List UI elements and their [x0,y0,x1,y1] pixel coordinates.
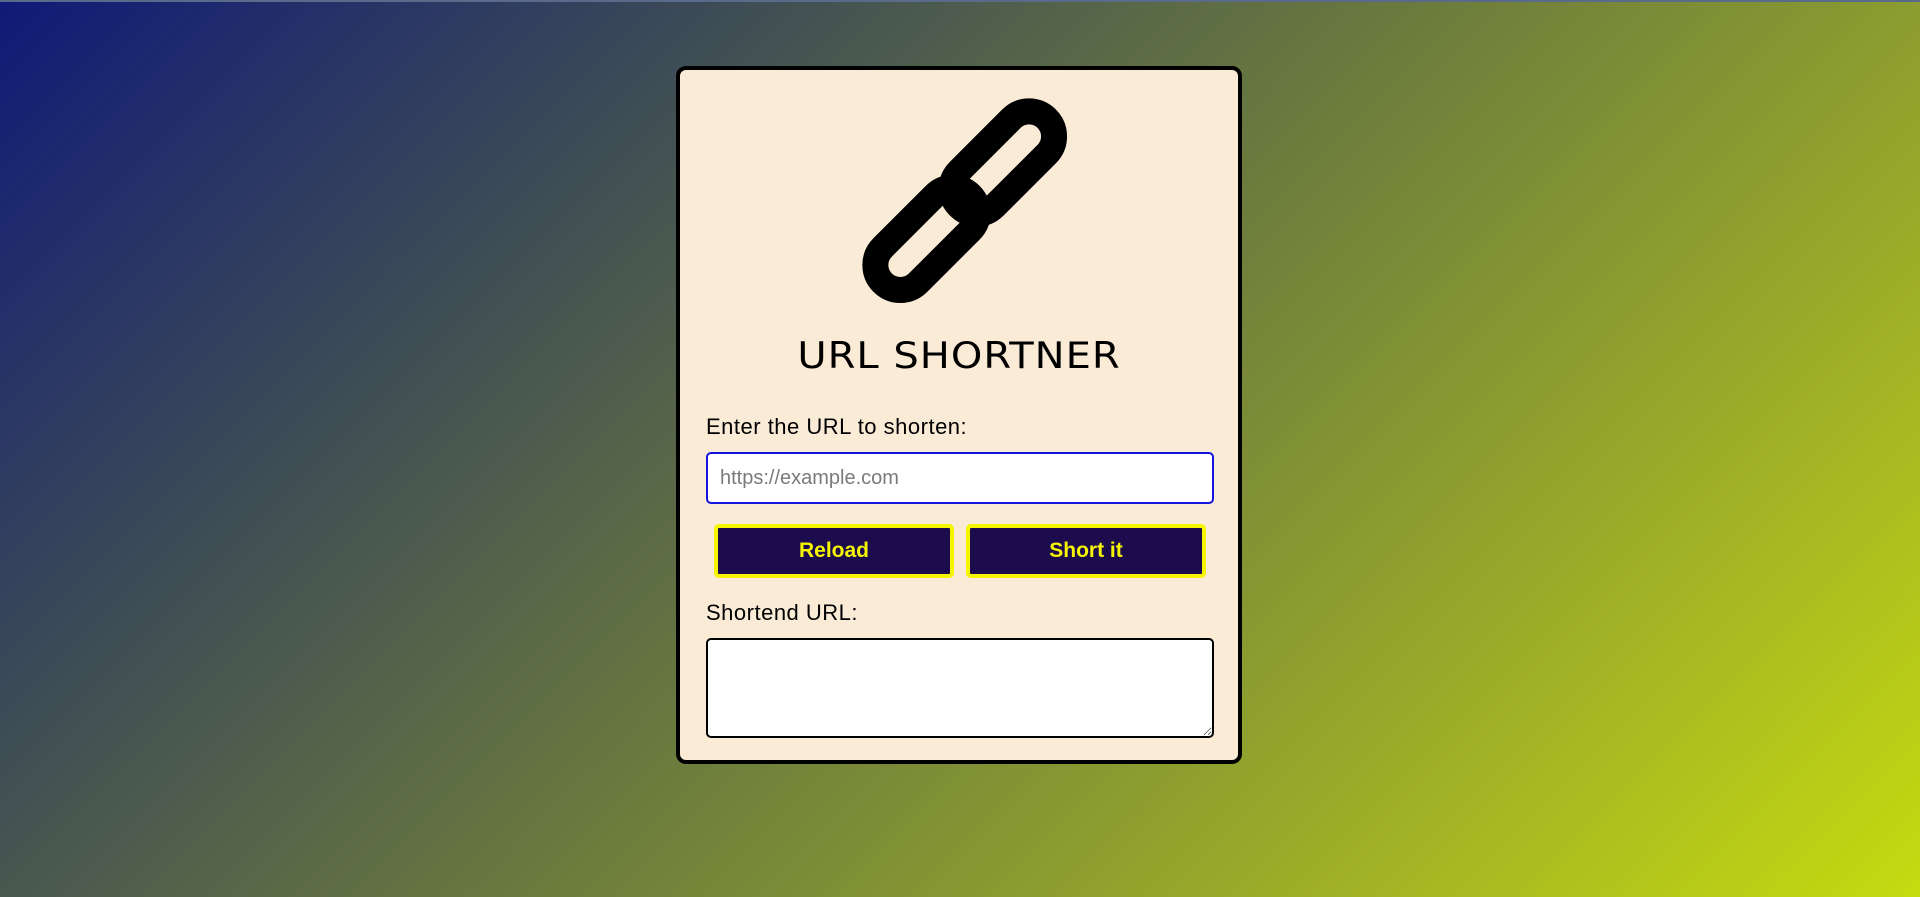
chain-link-icon [862,98,1068,304]
url-input-label: Enter the URL to shorten: [706,414,968,439]
shortener-card: URL SHORTNER Enter the URL to shorten: R… [676,66,1242,764]
short-it-button[interactable]: Short it [966,524,1206,578]
shortened-url-label: Shortend URL: [706,600,859,625]
app-title: URL SHORTNER [797,334,1121,378]
url-input[interactable] [706,452,1214,504]
window-top-border [0,0,1920,2]
reload-button[interactable]: Reload [714,524,954,578]
shortened-url-output[interactable] [706,638,1214,738]
